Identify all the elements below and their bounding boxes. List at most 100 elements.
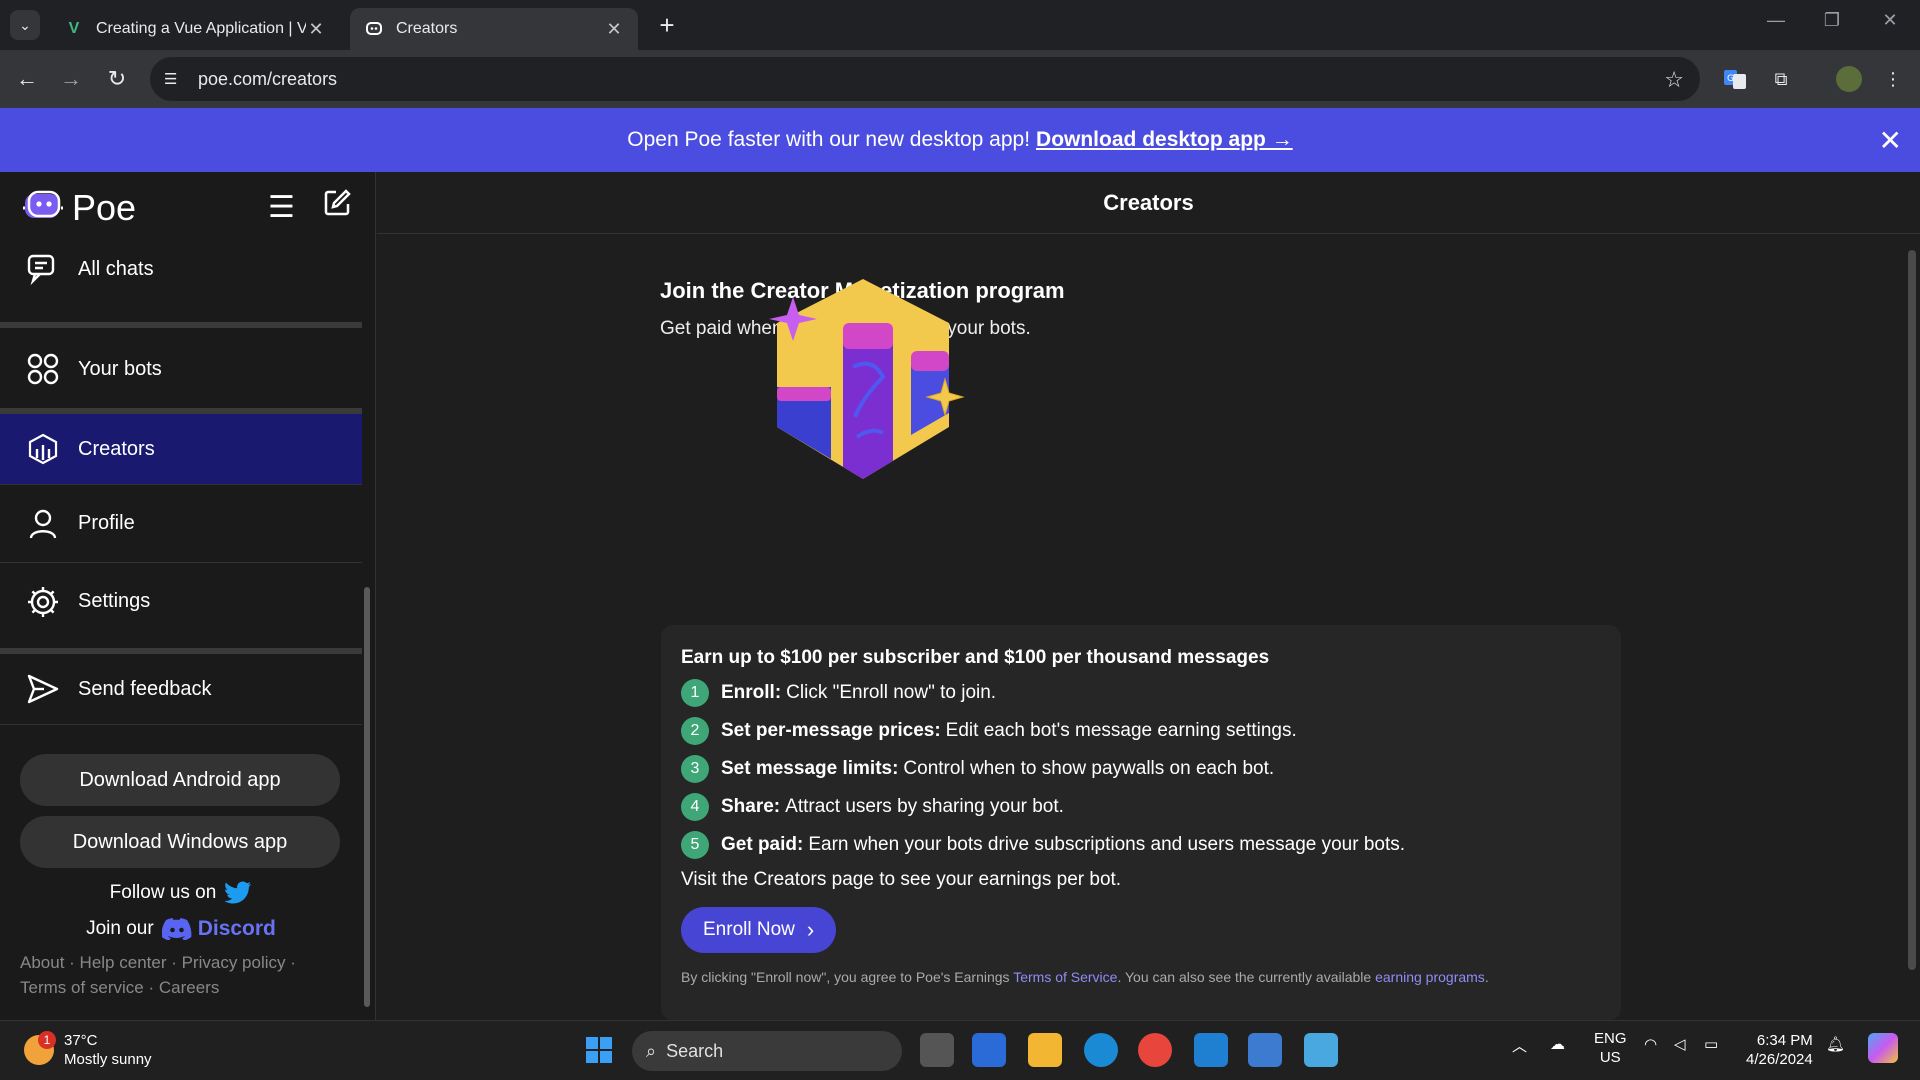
sidebar-footer-links: About · Help center · Privacy policy · T… xyxy=(20,953,296,997)
sidebar-item-label: Settings xyxy=(78,590,151,612)
notification-bell-icon[interactable]: 🔔︎ xyxy=(1826,1035,1845,1053)
new-tab-button[interactable]: + xyxy=(652,10,682,41)
sidebar-item-settings[interactable]: Settings xyxy=(0,562,362,640)
sidebar: Poe ☰ All chats Your bots Creators Profi… xyxy=(0,172,376,1020)
browser-tab-creators[interactable]: Creators ✕ xyxy=(350,8,638,50)
legal-end: . xyxy=(1484,969,1489,985)
enroll-button-label: Enroll Now xyxy=(703,919,795,940)
discord-text: Discord xyxy=(197,917,276,940)
show-hidden-icons-chevron-icon[interactable]: ︿ xyxy=(1512,1035,1527,1056)
desktop-app-banner: Open Poe faster with our new desktop app… xyxy=(0,108,1920,172)
back-icon[interactable]: ← xyxy=(12,64,42,94)
tab-close-icon[interactable]: ✕ xyxy=(604,19,624,40)
step-item: 3 Set message limits: Control when to sh… xyxy=(681,755,1601,783)
page-title: Creators xyxy=(1103,189,1194,215)
page-header: Creators xyxy=(377,172,1920,234)
sidebar-item-label: Creators xyxy=(78,437,155,460)
browser-toolbar: ← → ↻ ☰ poe.com/creators ☆ G ⧉ ⋮ xyxy=(0,50,1920,108)
bookmark-star-icon[interactable]: ☆ xyxy=(1664,67,1684,93)
browser-tab-vue[interactable]: V Creating a Vue Application | Vu ✕ xyxy=(50,8,340,50)
legal-middle: . You can also see the currently availab… xyxy=(1117,969,1372,985)
taskbar-search[interactable]: ⌕ Search xyxy=(632,1031,902,1071)
sidebar-item-creators[interactable]: Creators xyxy=(0,414,362,484)
step-text: Earn when your bots drive subscriptions … xyxy=(808,834,1406,855)
discord-link[interactable]: Discord xyxy=(161,917,276,941)
python-app-icon[interactable] xyxy=(1248,1033,1282,1067)
sidebar-item-send-feedback[interactable]: Send feedback xyxy=(0,654,362,724)
monetization-card: Earn up to $100 per subscriber and $100 … xyxy=(661,625,1621,1020)
sidebar-item-all-chats[interactable]: All chats xyxy=(0,244,362,294)
poe-logo-text[interactable]: Poe xyxy=(72,187,136,229)
lang-bottom: US xyxy=(1599,1049,1621,1066)
main-scrollbar[interactable] xyxy=(1908,250,1916,970)
twitter-bird-icon[interactable] xyxy=(224,881,252,905)
url-text[interactable]: poe.com/creators xyxy=(198,69,337,90)
chrome-icon[interactable] xyxy=(1138,1033,1172,1067)
about-link[interactable]: About xyxy=(20,953,64,972)
browser-menu-icon[interactable]: ⋮ xyxy=(1878,64,1908,94)
minimize-icon[interactable]: — xyxy=(1756,10,1796,31)
copilot-icon[interactable] xyxy=(1868,1033,1898,1063)
extensions-icon[interactable]: ⧉ xyxy=(1766,64,1796,94)
onedrive-cloud-icon[interactable]: ☁ xyxy=(1550,1035,1565,1053)
tab-close-icon[interactable]: ✕ xyxy=(306,19,326,40)
weather-desc: Mostly sunny xyxy=(64,1051,152,1068)
forward-icon[interactable]: → xyxy=(56,64,86,94)
sidebar-scrollbar[interactable] xyxy=(364,587,370,1007)
creators-icon xyxy=(28,433,58,465)
banner-close-icon[interactable]: ✕ xyxy=(1879,124,1902,157)
follow-us-text: Follow us on xyxy=(109,882,217,903)
battery-icon[interactable]: ▭ xyxy=(1704,1035,1718,1053)
terms-of-service-link[interactable]: Terms of service xyxy=(20,978,144,997)
poe-logo-icon[interactable] xyxy=(22,190,64,226)
profile-avatar[interactable] xyxy=(1834,64,1864,94)
step-title: Get paid: xyxy=(721,834,804,855)
site-info-icon[interactable]: ☰ xyxy=(164,70,186,88)
step-title: Enroll: xyxy=(721,682,782,703)
help-center-link[interactable]: Help center xyxy=(80,953,167,972)
language-indicator[interactable]: ENG US xyxy=(1594,1029,1627,1067)
restore-icon[interactable]: ❐ xyxy=(1812,10,1852,31)
bots-grid-icon xyxy=(27,353,59,385)
main-content: Creators Join the Creator Monetization p… xyxy=(377,172,1920,1020)
download-android-button[interactable]: Download Android app xyxy=(20,754,340,806)
step-text: Click "Enroll now" to join. xyxy=(786,682,997,703)
sidebar-item-your-bots[interactable]: Your bots xyxy=(0,336,362,402)
new-chat-compose-icon[interactable] xyxy=(322,188,352,218)
hamburger-menu-icon[interactable]: ☰ xyxy=(268,190,295,225)
edge-browser-icon[interactable] xyxy=(1084,1033,1118,1067)
wifi-icon[interactable]: ◠ xyxy=(1644,1035,1657,1053)
weather-widget[interactable]: 1 37°C Mostly sunny xyxy=(24,1031,152,1069)
tab-search-button[interactable]: ⌄ xyxy=(10,10,40,40)
terms-of-service-link[interactable]: Terms of Service xyxy=(1013,969,1117,985)
earning-programs-link[interactable]: earning programs xyxy=(1375,969,1485,985)
join-our-text: Join our xyxy=(86,918,154,939)
privacy-policy-link[interactable]: Privacy policy xyxy=(182,953,286,972)
discord-icon xyxy=(161,918,192,940)
system-clock[interactable]: 6:34 PM 4/26/2024 xyxy=(1746,1031,1813,1069)
legal-prefix: By clicking "Enroll now", you agree to P… xyxy=(681,969,1010,985)
translate-icon[interactable]: G xyxy=(1720,64,1750,94)
download-desktop-link[interactable]: Download desktop app → xyxy=(1036,128,1293,152)
file-explorer-icon[interactable] xyxy=(1028,1033,1062,1067)
windows-start-icon[interactable] xyxy=(582,1033,616,1067)
reload-icon[interactable]: ↻ xyxy=(102,64,132,94)
careers-link[interactable]: Careers xyxy=(159,978,219,997)
chat-bubbles-icon xyxy=(27,254,55,286)
sidebar-item-profile[interactable]: Profile xyxy=(0,484,362,562)
window-close-icon[interactable]: ✕ xyxy=(1870,10,1910,31)
task-view-icon[interactable] xyxy=(920,1033,954,1067)
store-icon[interactable] xyxy=(972,1033,1006,1067)
notepad-icon[interactable] xyxy=(1304,1033,1338,1067)
sidebar-item-label: Send feedback xyxy=(78,677,212,700)
step-item: 2 Set per-message prices: Edit each bot'… xyxy=(681,717,1601,745)
step-item: 5 Get paid: Earn when your bots drive su… xyxy=(681,831,1601,859)
download-windows-button[interactable]: Download Windows app xyxy=(20,816,340,868)
volume-icon[interactable]: ◁ xyxy=(1674,1035,1686,1053)
sidebar-item-label: Profile xyxy=(78,512,135,534)
enroll-now-button[interactable]: Enroll Now › xyxy=(681,907,837,953)
sidebar-item-label: Your bots xyxy=(78,357,162,380)
address-bar[interactable]: ☰ poe.com/creators ☆ xyxy=(150,57,1700,101)
vscode-icon[interactable] xyxy=(1194,1033,1228,1067)
search-icon: ⌕ xyxy=(646,1040,657,1061)
